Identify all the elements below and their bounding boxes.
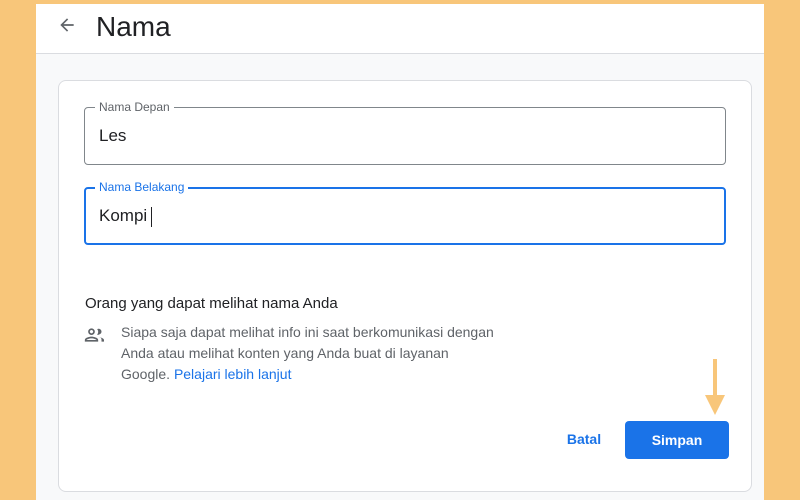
last-name-field: Nama Belakang xyxy=(84,179,726,245)
learn-more-link[interactable]: Pelajari lebih lanjut xyxy=(174,366,292,382)
page-title: Nama xyxy=(96,11,171,42)
visibility-description: Siapa saja dapat melihat info ini saat b… xyxy=(121,322,501,385)
arrow-left-icon xyxy=(60,18,74,32)
cancel-button[interactable]: Batal xyxy=(551,421,617,457)
first-name-input[interactable] xyxy=(99,108,699,164)
visibility-section-title: Orang yang dapat melihat nama Anda xyxy=(85,295,338,312)
back-button[interactable] xyxy=(54,12,80,38)
name-settings-page: Nama Nama Depan Nama Belakang Orang yang… xyxy=(36,4,764,500)
name-edit-card: Nama Depan Nama Belakang Orang yang dapa… xyxy=(58,80,752,492)
people-icon xyxy=(84,328,104,342)
first-name-field: Nama Depan xyxy=(84,99,726,165)
down-arrow-icon xyxy=(705,359,725,415)
text-cursor xyxy=(151,207,152,227)
last-name-input[interactable] xyxy=(99,188,699,244)
page-header: Nama xyxy=(36,4,764,54)
save-button[interactable]: Simpan xyxy=(625,421,729,459)
